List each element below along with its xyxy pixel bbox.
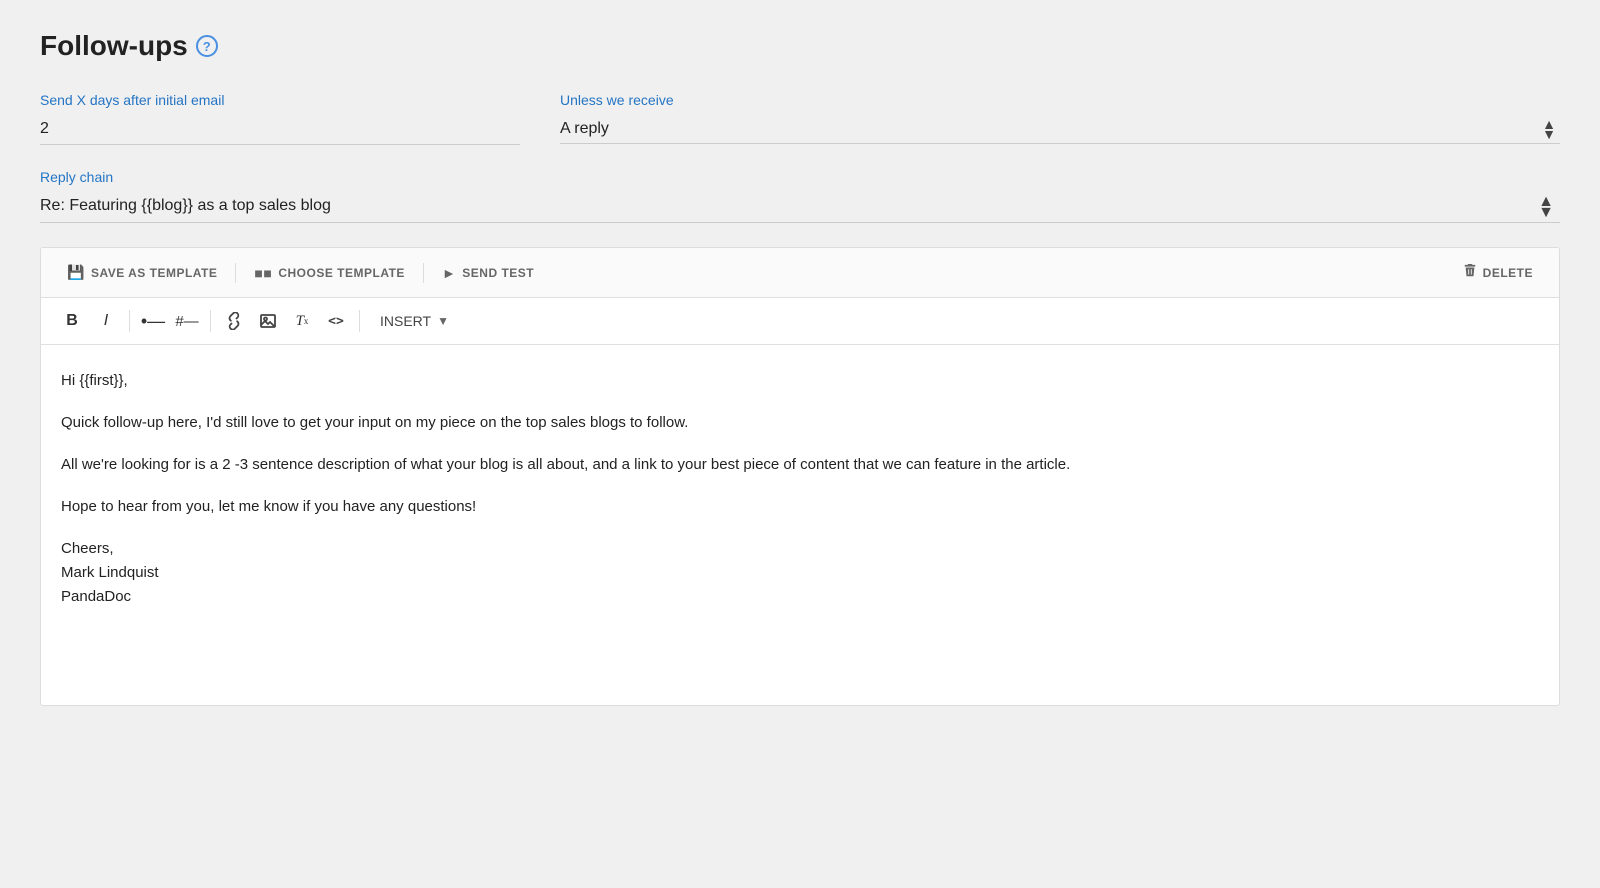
email-cheers: Cheers, [61,540,114,557]
save-template-label: SAVE AS TEMPLATE [91,266,217,280]
unless-select[interactable]: A reply An open A click [560,116,1560,144]
days-input[interactable] [40,116,520,145]
choose-template-icon: ■■ [254,265,272,281]
unless-select-wrapper: A reply An open A click ▲▼ [560,116,1560,144]
choose-template-label: CHOOSE TEMPLATE [278,266,405,280]
days-label: Send X days after initial email [40,92,520,108]
insert-arrow-icon: ▼ [437,314,449,328]
reply-chain-label: Reply chain [40,169,1560,185]
send-test-icon: ► [442,265,456,281]
send-test-label: SEND TEST [462,266,534,280]
clear-format-button[interactable]: Tx [287,306,317,336]
delete-button[interactable]: DELETE [1453,258,1543,287]
unless-label: Unless we receive [560,92,1560,108]
form-row: Send X days after initial email Unless w… [40,92,1560,145]
toolbar-divider-1 [235,263,236,283]
email-name: Mark Lindquist [61,564,159,581]
editor-toolbar: 💾 SAVE AS TEMPLATE ■■ CHOOSE TEMPLATE ► … [41,248,1559,298]
save-template-icon: 💾 [67,264,85,281]
reply-chain-section: Reply chain Re: Featuring {{blog}} as a … [40,169,1560,223]
email-company: PandaDoc [61,588,131,605]
email-body[interactable]: Hi {{first}}, Quick follow-up here, I'd … [41,345,1559,705]
email-signature: Cheers, Mark Lindquist PandaDoc [61,537,1539,609]
days-group: Send X days after initial email [40,92,520,145]
email-line-3: All we're looking for is a 2 -3 sentence… [61,453,1539,477]
email-line-2: Quick follow-up here, I'd still love to … [61,411,1539,435]
toolbar-divider-2 [423,263,424,283]
format-divider-3 [359,310,360,332]
email-line-1: Hi {{first}}, [61,369,1539,393]
choose-template-button[interactable]: ■■ CHOOSE TEMPLATE [244,259,415,287]
italic-button[interactable]: I [91,306,121,336]
format-toolbar: B I •— #— Tx <> INSERT ▼ [41,298,1559,345]
editor-container: 💾 SAVE AS TEMPLATE ■■ CHOOSE TEMPLATE ► … [40,247,1560,706]
insert-button[interactable]: INSERT ▼ [368,307,461,335]
save-template-button[interactable]: 💾 SAVE AS TEMPLATE [57,258,227,287]
link-button[interactable] [219,306,249,336]
reply-chain-select-wrapper: Re: Featuring {{blog}} as a top sales bl… [40,191,1560,223]
format-divider-2 [210,310,211,332]
toolbar-left: 💾 SAVE AS TEMPLATE ■■ CHOOSE TEMPLATE ► … [57,258,1453,287]
delete-icon [1463,264,1477,281]
bullet-list-button[interactable]: •— [138,306,168,336]
code-button[interactable]: <> [321,306,351,336]
image-button[interactable] [253,306,283,336]
toolbar-right: DELETE [1453,258,1543,287]
numbered-list-button[interactable]: #— [172,306,202,336]
unless-group: Unless we receive A reply An open A clic… [560,92,1560,144]
delete-label: DELETE [1483,266,1533,280]
email-line-4: Hope to hear from you, let me know if yo… [61,495,1539,519]
help-icon[interactable]: ? [196,35,218,57]
reply-chain-select[interactable]: Re: Featuring {{blog}} as a top sales bl… [40,191,1560,223]
send-test-button[interactable]: ► SEND TEST [432,259,544,287]
format-divider-1 [129,310,130,332]
bold-button[interactable]: B [57,306,87,336]
title-text: Follow-ups [40,30,188,62]
insert-label: INSERT [380,313,431,329]
page-title: Follow-ups ? [40,30,1560,62]
